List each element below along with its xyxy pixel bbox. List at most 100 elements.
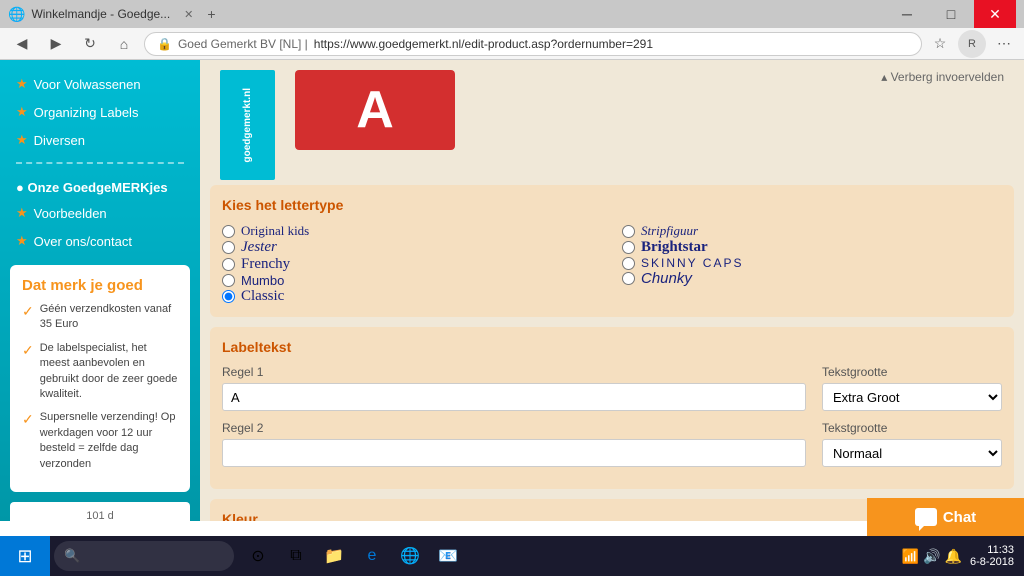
font-skinnycaps-radio[interactable] — [622, 257, 635, 270]
task-view-icon[interactable]: ⧉ — [280, 540, 312, 572]
lettertype-grid: Original kids Jester Frenchy Mumbo — [222, 223, 1002, 305]
info-item-2: ✓ De labelspecialist, het meest aanbevol… — [22, 341, 178, 403]
sidebar-item-contact[interactable]: ★ Over ons/contact — [0, 227, 200, 255]
browser-title: Winkelmandje - Goedge... — [31, 7, 170, 21]
tekstgrootte2-select[interactable]: Extra Klein Klein Normaal Groot Extra Gr… — [822, 439, 1002, 467]
font-mumbo-radio[interactable] — [222, 274, 235, 287]
sidebar-item-diversen[interactable]: ★ Diversen — [0, 126, 200, 154]
lettertype-jester: Jester — [222, 239, 602, 256]
settings-icon[interactable]: ⋯ — [992, 32, 1016, 56]
regel2-input[interactable] — [222, 439, 806, 467]
url-prefix: Goed Gemerkt BV [NL] | — [178, 37, 308, 51]
preview-letter: A — [356, 80, 394, 140]
home-button[interactable]: ⌂ — [110, 32, 138, 56]
sidebar-item-label: Voor Volwassenen — [34, 77, 141, 92]
tekstgrootte1-group: Tekstgrootte Extra Klein Klein Normaal G… — [822, 365, 1002, 411]
regel2-label: Regel 2 — [222, 421, 806, 435]
notification-icon[interactable]: 🔔 — [945, 548, 962, 565]
star-icon: ★ — [16, 205, 28, 221]
font-jester-label[interactable]: Jester — [241, 239, 277, 256]
check-icon: ✓ — [22, 410, 34, 472]
minimize-button[interactable]: ─ — [886, 0, 928, 28]
user-avatar[interactable]: R — [958, 30, 986, 58]
content-area: goedgemerkt.nl A Verberg invoervelden Ki… — [200, 60, 1024, 521]
address-input[interactable]: 🔒 Goed Gemerkt BV [NL] | https://www.goe… — [144, 32, 922, 56]
labeltekst-title: Labeltekst — [222, 339, 1002, 355]
check-icon: ✓ — [22, 341, 34, 403]
taskbar: ⊞ 🔍 ⊙ ⧉ 📁 e 🌐 📧 📶 🔊 🔔 11:33 6-8-2018 — [0, 536, 1024, 576]
product-header: goedgemerkt.nl A Verberg invoervelden — [200, 60, 1024, 185]
close-button[interactable]: ✕ — [974, 0, 1016, 28]
tab-close-icon[interactable]: ✕ — [184, 8, 193, 21]
chat-icon — [915, 508, 937, 526]
regel2-group: Regel 2 — [222, 421, 806, 467]
taskbar-clock: 11:33 6-8-2018 — [970, 544, 1014, 568]
font-original-label[interactable]: Original kids — [241, 223, 309, 239]
lettertype-skinnycaps: SKINNY CAPS — [622, 256, 1002, 270]
star-icon[interactable]: ☆ — [928, 32, 952, 56]
font-brightstar-radio[interactable] — [622, 241, 635, 254]
font-brightstar-label[interactable]: Brightstar — [641, 239, 708, 256]
lettertype-section: Kies het lettertype Original kids Jester — [210, 185, 1014, 317]
lettertype-title: Kies het lettertype — [222, 197, 1002, 213]
check-icon: ✓ — [22, 302, 34, 333]
forward-button[interactable]: ▶ — [42, 32, 70, 56]
tekstgrootte1-label: Tekstgrootte — [822, 365, 1002, 379]
font-stripfiguur-radio[interactable] — [622, 225, 635, 238]
font-skinnycaps-label[interactable]: SKINNY CAPS — [641, 256, 743, 270]
logo-text: goedgemerkt.nl — [242, 88, 253, 162]
tekstgrootte2-label: Tekstgrootte — [822, 421, 1002, 435]
volume-icon[interactable]: 🔊 — [923, 548, 940, 565]
label-preview: A — [295, 70, 455, 150]
maximize-button[interactable]: □ — [930, 0, 972, 28]
info-text-2: De labelspecialist, het meest aanbevolen… — [40, 341, 178, 403]
info-item-1: ✓ Géén verzendkosten vanaf 35 Euro — [22, 302, 178, 333]
sidebar-item-voorbeelden[interactable]: ★ Voorbeelden — [0, 199, 200, 227]
regel1-input[interactable] — [222, 383, 806, 411]
font-mumbo-label[interactable]: Mumbo — [241, 273, 284, 288]
font-stripfiguur-label[interactable]: Stripfiguur — [641, 223, 698, 239]
regel2-row: Regel 2 Tekstgrootte Extra Klein Klein N… — [222, 421, 1002, 467]
info-text-3: Supersnelle verzending! Op werkdagen voo… — [40, 410, 178, 472]
font-frenchy-radio[interactable] — [222, 258, 235, 271]
sidebar-item-organizing[interactable]: ★ Organizing Labels — [0, 98, 200, 126]
title-bar: 🌐 Winkelmandje - Goedge... ✕ + ─ □ ✕ — [0, 0, 1024, 28]
font-jester-radio[interactable] — [222, 241, 235, 254]
clock-time: 11:33 — [970, 544, 1014, 556]
cortana-icon[interactable]: ⊙ — [242, 540, 274, 572]
network-icon[interactable]: 📶 — [902, 548, 919, 565]
tekstgrootte1-select[interactable]: Extra Klein Klein Normaal Groot Extra Gr… — [822, 383, 1002, 411]
chat-button[interactable]: Chat — [867, 498, 1024, 536]
info-box-title: Dat merk je goed — [22, 277, 178, 294]
font-classic-label[interactable]: Classic — [241, 288, 284, 305]
info-item-3: ✓ Supersnelle verzending! Op werkdagen v… — [22, 410, 178, 472]
outlook-icon[interactable]: 📧 — [432, 540, 464, 572]
facebook-widget: 101 d f Vind ik leuk Delen — [10, 502, 190, 521]
clock-date: 6-8-2018 — [970, 556, 1014, 568]
verberg-link[interactable]: Verberg invoervelden — [881, 70, 1004, 84]
star-icon: ★ — [16, 76, 28, 92]
refresh-button[interactable]: ↻ — [76, 32, 104, 56]
file-explorer-icon[interactable]: 📁 — [318, 540, 350, 572]
sidebar-item-label: Over ons/contact — [34, 234, 132, 249]
main-content: ★ Voor Volwassenen ★ Organizing Labels ★… — [0, 60, 1024, 521]
chrome-icon[interactable]: 🌐 — [394, 540, 426, 572]
font-frenchy-label[interactable]: Frenchy — [241, 256, 290, 273]
edge-icon[interactable]: e — [356, 540, 388, 572]
lock-icon: 🔒 — [157, 37, 172, 51]
new-tab-button[interactable]: + — [207, 6, 215, 22]
sidebar-separator — [16, 162, 184, 164]
font-classic-radio[interactable] — [222, 290, 235, 303]
taskbar-search[interactable]: 🔍 — [54, 541, 234, 571]
font-chunky-label[interactable]: Chunky — [641, 270, 692, 287]
start-button[interactable]: ⊞ — [0, 536, 50, 576]
product-logo: goedgemerkt.nl — [220, 70, 275, 180]
lettertype-mumbo: Mumbo — [222, 273, 602, 288]
sidebar-item-label: Organizing Labels — [34, 105, 139, 120]
star-icon: ★ — [16, 104, 28, 120]
back-button[interactable]: ◀ — [8, 32, 36, 56]
font-chunky-radio[interactable] — [622, 272, 635, 285]
font-original-radio[interactable] — [222, 225, 235, 238]
labeltekst-section: Labeltekst Regel 1 Tekstgrootte Extra Kl… — [210, 327, 1014, 489]
sidebar-item-volwassenen[interactable]: ★ Voor Volwassenen — [0, 70, 200, 98]
